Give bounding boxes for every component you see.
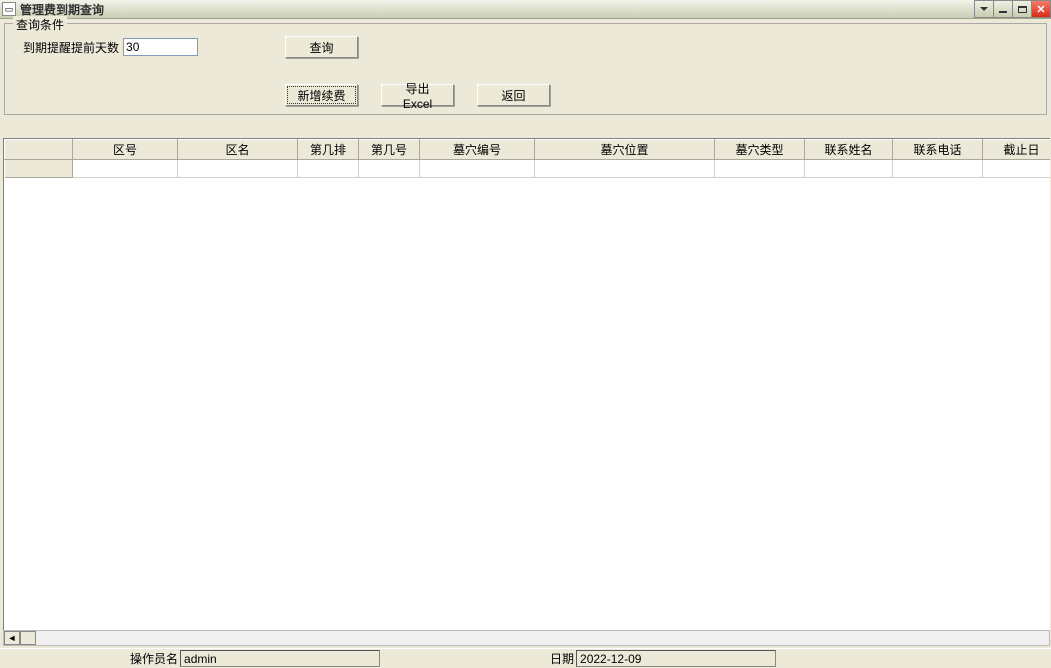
system-menu-icon[interactable]: ▭: [2, 2, 16, 16]
table-cell[interactable]: [178, 160, 298, 178]
date-value: 2022-12-09: [576, 650, 776, 667]
table-cell[interactable]: [715, 160, 805, 178]
column-header[interactable]: 区号: [73, 140, 178, 160]
minimize-button[interactable]: [993, 0, 1013, 18]
grid-table: 区号区名第几排第几号墓穴编号墓穴位置墓穴类型联系姓名联系电话截止日: [4, 139, 1050, 178]
return-button[interactable]: 返回: [477, 84, 550, 106]
column-header[interactable]: 墓穴位置: [535, 140, 715, 160]
scroll-left-arrow[interactable]: ◄: [4, 631, 20, 645]
close-button[interactable]: ✕: [1031, 0, 1051, 18]
table-cell[interactable]: [5, 160, 73, 178]
status-bar: 操作员名 admin 日期 2022-12-09: [0, 648, 1051, 668]
query-button[interactable]: 查询: [285, 36, 358, 58]
table-cell[interactable]: [983, 160, 1051, 178]
column-header[interactable]: 第几号: [359, 140, 420, 160]
table-cell[interactable]: [298, 160, 359, 178]
operator-label: 操作员名: [130, 650, 178, 667]
column-header[interactable]: 墓穴编号: [420, 140, 535, 160]
window-buttons: ✕: [975, 0, 1051, 18]
window-title: 管理费到期查询: [20, 1, 104, 18]
export-excel-button[interactable]: 导出Excel: [381, 84, 454, 106]
scroll-thumb-left[interactable]: [20, 631, 36, 645]
title-bar: ▭ 管理费到期查询 ✕: [0, 0, 1051, 19]
query-legend: 查询条件: [13, 16, 67, 33]
horizontal-scrollbar[interactable]: ◄: [3, 630, 1050, 646]
days-label: 到期提醒提前天数: [23, 39, 119, 56]
content-area: 查询条件 到期提醒提前天数 查询 新增续费 导出Excel 返回 区号区名第几排…: [0, 19, 1051, 668]
table-cell[interactable]: [893, 160, 983, 178]
column-header[interactable]: 墓穴类型: [715, 140, 805, 160]
query-panel: 查询条件 到期提醒提前天数 查询 新增续费 导出Excel 返回: [4, 23, 1047, 115]
table-cell[interactable]: [359, 160, 420, 178]
table-cell[interactable]: [805, 160, 893, 178]
renew-button-label: 新增续费: [287, 86, 356, 104]
maximize-button[interactable]: [1012, 0, 1032, 18]
column-header[interactable]: 联系电话: [893, 140, 983, 160]
column-header[interactable]: [5, 140, 73, 160]
operator-value: admin: [180, 650, 380, 667]
renew-button[interactable]: 新增续费: [285, 84, 358, 106]
data-grid[interactable]: 区号区名第几排第几号墓穴编号墓穴位置墓穴类型联系姓名联系电话截止日: [3, 138, 1050, 638]
table-cell[interactable]: [73, 160, 178, 178]
column-header[interactable]: 截止日: [983, 140, 1051, 160]
scroll-track[interactable]: [36, 631, 1049, 645]
column-header[interactable]: 区名: [178, 140, 298, 160]
date-label: 日期: [550, 650, 574, 667]
days-field-row: 到期提醒提前天数: [23, 38, 198, 56]
table-cell[interactable]: [420, 160, 535, 178]
dropdown-button[interactable]: [974, 0, 994, 18]
days-input[interactable]: [123, 38, 198, 56]
column-header[interactable]: 联系姓名: [805, 140, 893, 160]
column-header[interactable]: 第几排: [298, 140, 359, 160]
table-row[interactable]: [5, 160, 1051, 178]
table-cell[interactable]: [535, 160, 715, 178]
